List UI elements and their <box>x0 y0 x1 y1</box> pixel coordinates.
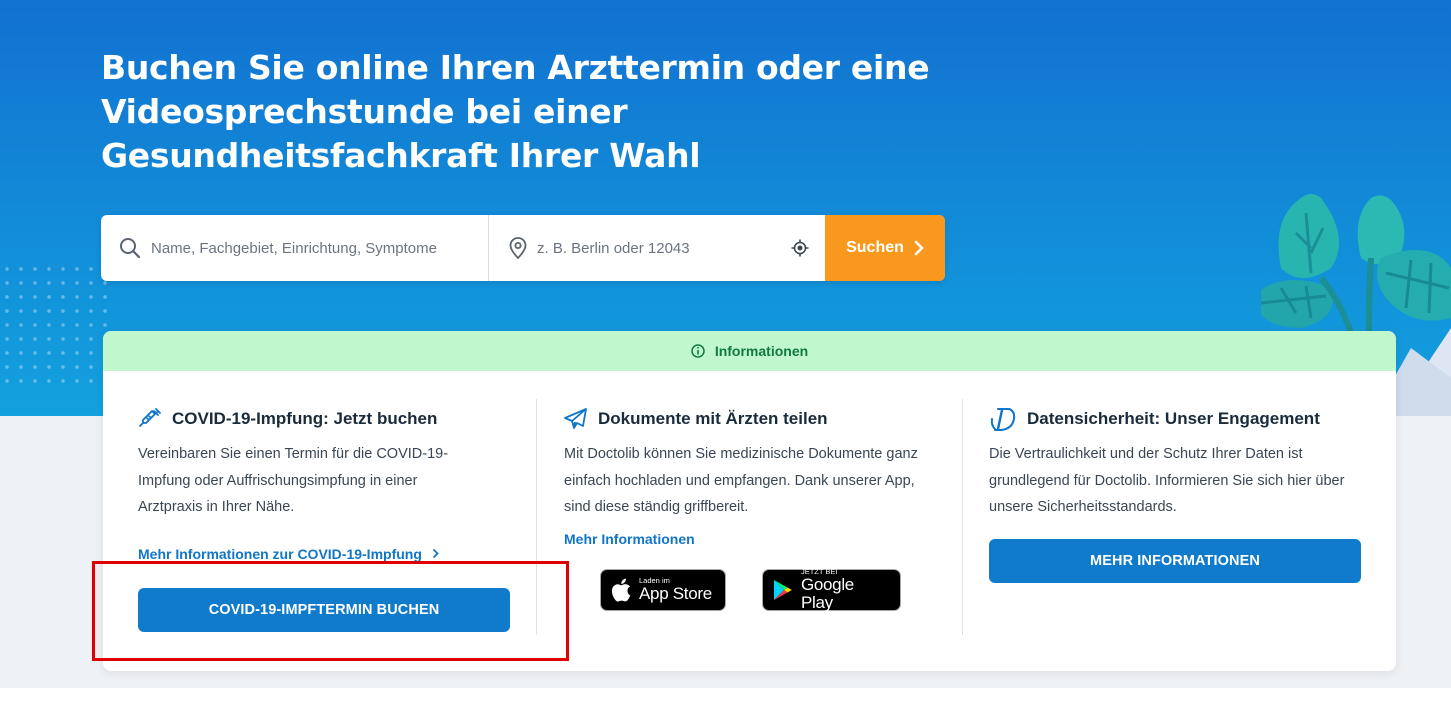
locate-me-icon[interactable] <box>791 239 809 257</box>
page-title: Buchen Sie online Ihren Arzttermin oder … <box>101 48 930 175</box>
search-button-label: Suchen <box>846 239 904 256</box>
info-card: Informationen COVID-19-Impfung: Jetzt bu… <box>103 331 1396 671</box>
documents-link-label: Mehr Informationen <box>564 530 695 547</box>
covid-link-label: Mehr Informationen zur COVID-19-Impfung <box>138 545 422 562</box>
covid-more-info-link[interactable]: Mehr Informationen zur COVID-19-Impfung <box>138 546 439 562</box>
search-input[interactable] <box>151 228 441 268</box>
google-play-badge[interactable]: JETZT BEI Google Play <box>762 567 901 612</box>
documents-title: Dokumente mit Ärzten teilen <box>598 409 828 428</box>
syringe-icon <box>139 408 161 427</box>
info-header: Informationen <box>103 331 1396 371</box>
column-title: Datensicherheit: Unser Engagement <box>989 397 1361 441</box>
location-field <box>489 215 825 281</box>
covid-description: Vereinbaren Sie einen Termin für die COV… <box>138 446 449 515</box>
column-title: Dokumente mit Ärzten teilen <box>564 397 964 441</box>
info-circle-icon <box>691 344 705 358</box>
location-pin-icon <box>509 237 527 259</box>
security-title: Datensicherheit: Unser Engagement <box>1027 409 1320 428</box>
query-field <box>101 215 489 281</box>
security-description: Die Vertraulichkeit und der Schutz Ihrer… <box>989 446 1345 515</box>
covid-title: COVID-19-Impfung: Jetzt buchen <box>172 409 438 428</box>
documents-description: Mit Doctolib können Sie medizinische Dok… <box>564 446 918 515</box>
page-bottom-strip <box>0 688 1451 717</box>
app-store-big-text: App Store <box>639 584 712 603</box>
chevron-right-icon <box>914 240 924 256</box>
documents-more-info-link[interactable]: Mehr Informationen <box>564 531 695 547</box>
data-security-column: Datensicherheit: Unser Engagement Die Ve… <box>989 397 1361 583</box>
covid-booking-button[interactable]: COVID-19-IMPFTERMIN BUCHEN <box>138 587 510 632</box>
chevron-right-icon <box>432 548 439 559</box>
dot-pattern <box>0 262 110 392</box>
search-icon <box>120 238 141 259</box>
documents-column: Dokumente mit Ärzten teilen Mit Doctolib… <box>564 397 964 612</box>
paper-plane-icon <box>564 408 587 429</box>
security-more-info-button[interactable]: MEHR INFORMATIONEN <box>989 539 1361 583</box>
search-button[interactable]: Suchen <box>825 215 945 281</box>
google-play-big-text: Google Play <box>800 575 854 612</box>
apple-icon <box>611 578 631 601</box>
google-play-icon <box>773 579 792 600</box>
info-header-label: Informationen <box>714 343 809 359</box>
covid-vaccination-column: COVID-19-Impfung: Jetzt buchen Vereinbar… <box>138 397 538 632</box>
location-input[interactable] <box>537 228 777 268</box>
doctolib-logo-icon <box>990 408 1016 431</box>
search-bar: Suchen <box>101 215 945 281</box>
app-store-badge[interactable]: Laden im App Store <box>600 568 726 611</box>
app-store-badges: Laden im App Store JETZT BEI Google Play <box>600 567 964 612</box>
column-title: COVID-19-Impfung: Jetzt buchen <box>138 397 538 441</box>
